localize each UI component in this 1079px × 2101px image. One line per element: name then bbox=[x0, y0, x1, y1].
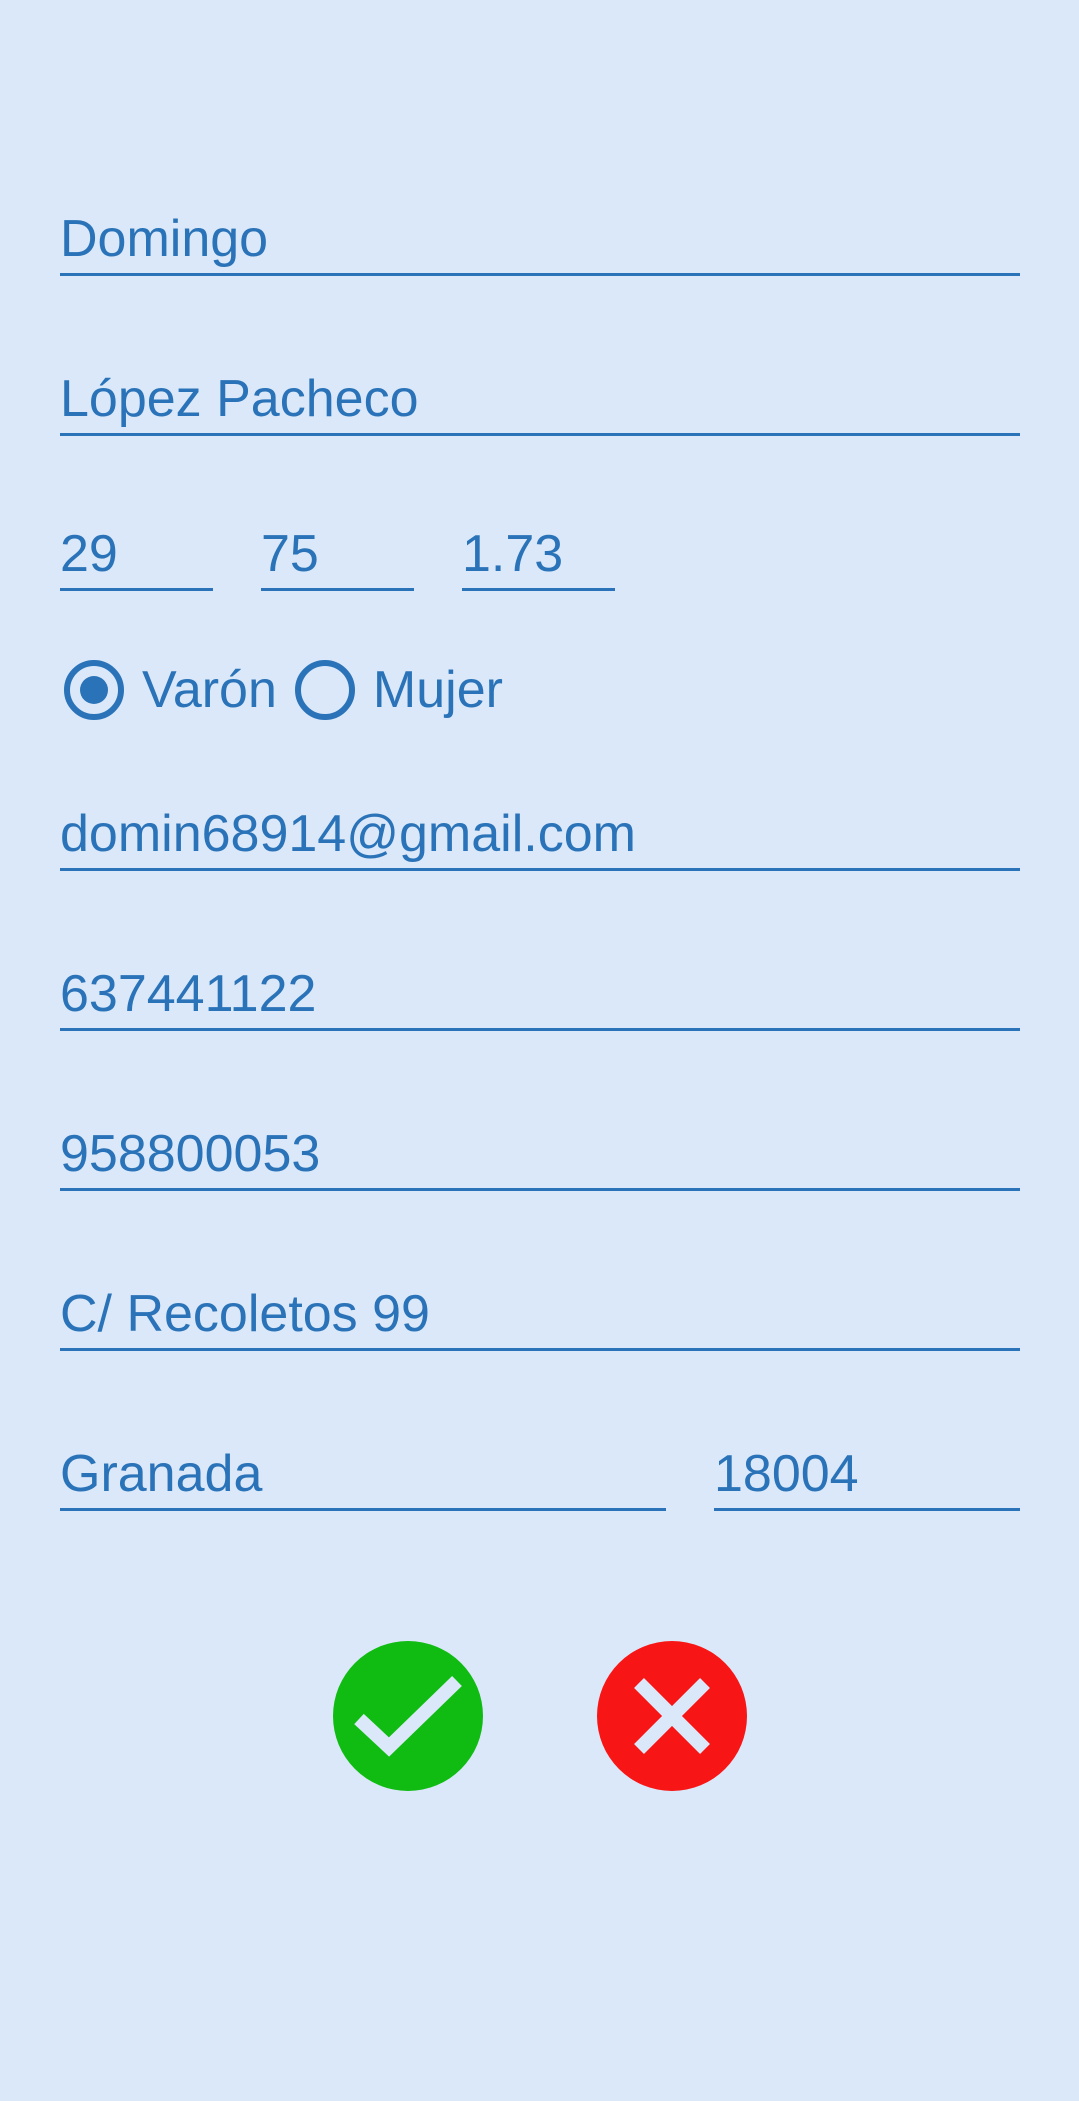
age-value: 29 bbox=[60, 525, 118, 583]
landline-phone-value: 958800053 bbox=[60, 1125, 321, 1183]
mobile-phone-field[interactable]: 637441122 bbox=[60, 955, 1020, 1031]
last-name-value: López Pacheco bbox=[60, 370, 419, 428]
mobile-phone-value: 637441122 bbox=[60, 965, 317, 1023]
height-field[interactable]: 1.73 bbox=[462, 515, 615, 591]
first-name-field[interactable]: Domingo bbox=[60, 200, 1020, 276]
city-field[interactable]: Granada bbox=[60, 1435, 666, 1511]
gender-radio-group: Varón Mujer bbox=[64, 658, 521, 722]
close-icon bbox=[634, 1678, 710, 1754]
weight-field[interactable]: 75 bbox=[261, 515, 414, 591]
first-name-value: Domingo bbox=[60, 210, 269, 268]
email-field[interactable]: domin68914@gmail.com bbox=[60, 795, 1020, 871]
postal-code-field[interactable]: 18004 bbox=[714, 1435, 1020, 1511]
gender-option-male[interactable]: Varón bbox=[64, 660, 277, 720]
height-value: 1.73 bbox=[462, 525, 564, 583]
landline-phone-field[interactable]: 958800053 bbox=[60, 1115, 1020, 1191]
gender-option-female[interactable]: Mujer bbox=[294, 660, 503, 720]
confirm-button[interactable] bbox=[333, 1641, 483, 1791]
radio-selected-icon[interactable] bbox=[64, 660, 124, 720]
cancel-button[interactable] bbox=[597, 1641, 747, 1791]
city-value: Granada bbox=[60, 1445, 263, 1503]
weight-value: 75 bbox=[261, 525, 319, 583]
email-value: domin68914@gmail.com bbox=[60, 805, 636, 863]
gender-option-female-label: Mujer bbox=[372, 661, 503, 719]
address-value: C/ Recoletos 99 bbox=[60, 1285, 430, 1343]
address-field[interactable]: C/ Recoletos 99 bbox=[60, 1275, 1020, 1351]
last-name-field[interactable]: López Pacheco bbox=[60, 360, 1020, 436]
postal-code-value: 18004 bbox=[714, 1445, 859, 1503]
radio-unselected-icon[interactable] bbox=[294, 660, 355, 720]
age-field[interactable]: 29 bbox=[60, 515, 213, 591]
check-icon bbox=[354, 1675, 462, 1757]
gender-option-male-label: Varón bbox=[142, 661, 277, 719]
